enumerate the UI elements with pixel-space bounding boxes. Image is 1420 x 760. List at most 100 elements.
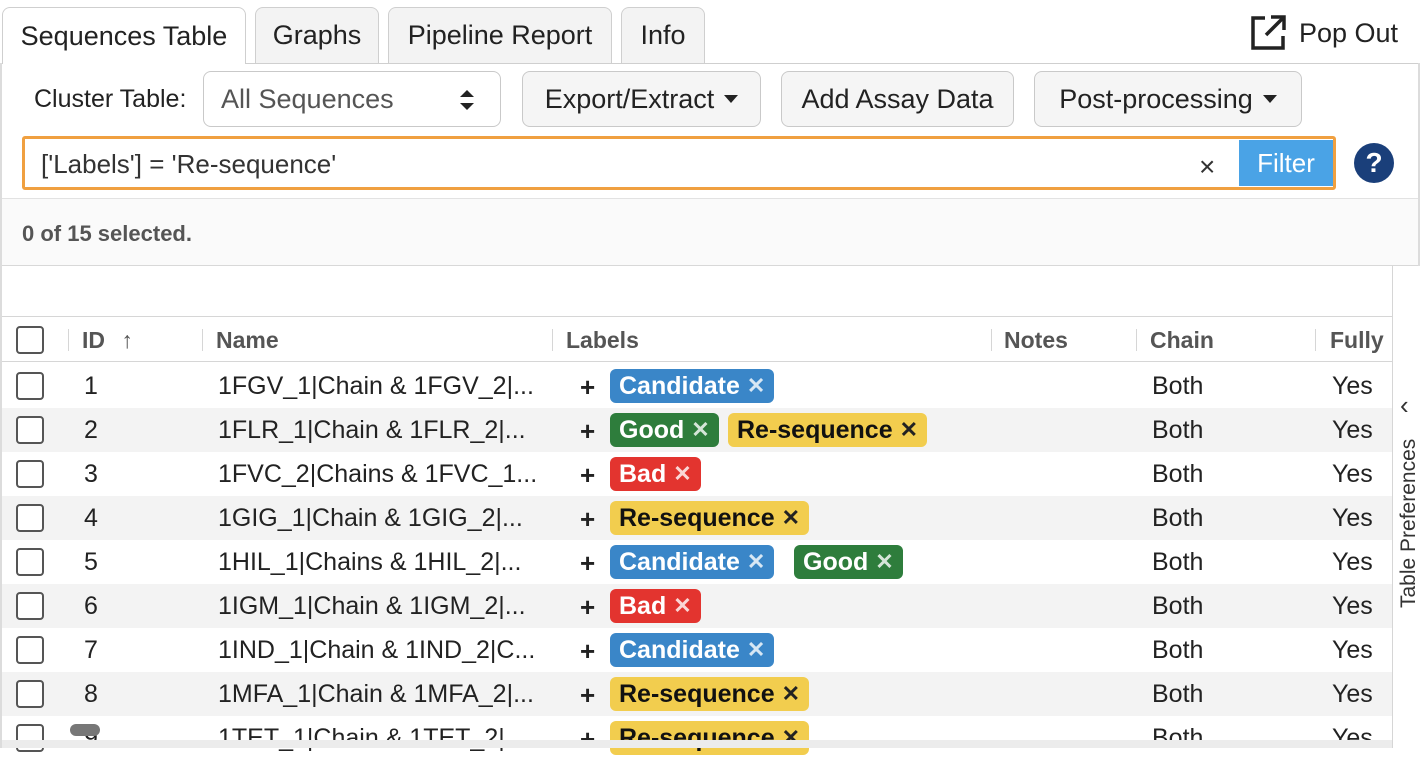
add-assay-data-button[interactable]: Add Assay Data <box>781 71 1014 127</box>
label-tag-text: Re-sequence <box>619 723 775 752</box>
filter-button[interactable]: Filter <box>1239 140 1333 186</box>
external-link-icon <box>1251 15 1286 50</box>
row-chain: Both <box>1152 680 1204 708</box>
cluster-table-select[interactable]: All Sequences <box>203 71 501 127</box>
add-label-icon[interactable]: + <box>580 636 595 667</box>
row-fully: Yes <box>1332 724 1373 752</box>
caret-down-icon <box>724 95 739 103</box>
table-header: ID ↑ Name Labels Notes Chain Fully <box>2 316 1392 362</box>
column-header-notes[interactable]: Notes <box>1004 327 1068 354</box>
label-tag[interactable]: Candidate ✕ <box>610 369 775 403</box>
add-label-icon[interactable]: + <box>580 592 595 623</box>
select-arrows-icon <box>460 90 474 110</box>
column-header-name[interactable]: Name <box>216 327 279 354</box>
column-separator <box>1136 329 1137 351</box>
label-tag[interactable]: Re-sequence ✕ <box>610 677 810 711</box>
table-row[interactable]: 8 1MFA_1|Chain & 1MFA_2|... + Re-sequence ✕ B… <box>2 672 1392 716</box>
row-name: 1FGV_1|Chain & 1FGV_2|... <box>218 372 534 400</box>
row-name: 1TET_1|Chain & 1TET_2|... <box>218 724 526 752</box>
label-tag-text: Good <box>619 415 685 444</box>
clear-filter-icon[interactable]: × <box>1199 151 1215 183</box>
row-checkbox[interactable] <box>16 592 44 620</box>
label-tag[interactable]: Re-sequence ✕ <box>610 721 810 755</box>
row-checkbox[interactable] <box>16 548 44 576</box>
label-tag-text: Candidate <box>619 547 740 576</box>
tab-pipeline-report[interactable]: Pipeline Report <box>388 7 612 63</box>
row-checkbox[interactable] <box>16 636 44 664</box>
sort-ascending-icon[interactable]: ↑ <box>121 327 133 353</box>
row-id: 2 <box>84 416 98 444</box>
column-header-fully[interactable]: Fully <box>1330 327 1384 354</box>
label-tag[interactable]: Candidate ✕ <box>610 633 775 667</box>
label-tag[interactable]: Good ✕ <box>794 545 903 579</box>
table-row[interactable]: 6 1IGM_1|Chain & 1IGM_2|... + Bad ✕ Both Yes <box>2 584 1392 628</box>
add-label-icon[interactable]: + <box>580 680 595 711</box>
table-preferences-toggle[interactable]: Table Preferences <box>1397 439 1420 608</box>
row-chain: Both <box>1152 636 1204 664</box>
remove-label-icon[interactable]: ✕ <box>782 681 800 707</box>
row-checkbox[interactable] <box>16 460 44 488</box>
horizontal-scrollbar[interactable] <box>2 740 1392 748</box>
help-icon[interactable]: ? <box>1354 143 1394 183</box>
table-row[interactable]: 5 1HIL_1|Chains & 1HIL_2|... + Candidate ✕ Go… <box>2 540 1392 584</box>
label-tag[interactable]: Bad ✕ <box>610 457 701 491</box>
remove-label-icon[interactable]: ✕ <box>691 417 709 443</box>
filter-query[interactable]: ['Labels'] = 'Re-sequence' <box>41 149 336 180</box>
label-tag[interactable]: Bad ✕ <box>610 589 701 623</box>
remove-label-icon[interactable]: ✕ <box>673 593 691 619</box>
remove-label-icon[interactable]: ✕ <box>747 549 765 575</box>
drag-handle[interactable] <box>70 724 100 736</box>
remove-label-icon[interactable]: ✕ <box>747 637 765 663</box>
tab-sequences-table[interactable]: Sequences Table <box>2 7 246 64</box>
row-chain: Both <box>1152 460 1204 488</box>
column-separator <box>991 329 992 351</box>
row-checkbox[interactable] <box>16 504 44 532</box>
export-extract-label: Export/Extract <box>544 83 715 114</box>
pop-out-button[interactable]: Pop Out <box>1249 14 1398 52</box>
table-row[interactable]: 3 1FVC_2|Chains & 1FVC_1... + Bad ✕ Both Yes <box>2 452 1392 496</box>
label-tag[interactable]: Candidate ✕ <box>610 545 775 579</box>
row-id: 3 <box>84 460 98 488</box>
column-header-id[interactable]: ID ↑ <box>82 327 133 354</box>
remove-label-icon[interactable]: ✕ <box>782 505 800 531</box>
remove-label-icon[interactable]: ✕ <box>900 417 918 443</box>
add-label-icon[interactable]: + <box>580 548 595 579</box>
row-fully: Yes <box>1332 504 1373 532</box>
row-fully: Yes <box>1332 636 1373 664</box>
tab-info[interactable]: Info <box>621 7 705 63</box>
row-checkbox[interactable] <box>16 680 44 708</box>
column-id-label: ID <box>82 327 105 353</box>
chevron-left-icon[interactable]: ‹ <box>1400 390 1409 421</box>
row-checkbox[interactable] <box>16 372 44 400</box>
column-header-labels[interactable]: Labels <box>566 327 639 354</box>
row-id: 4 <box>84 504 98 532</box>
add-label-icon[interactable]: + <box>580 416 595 447</box>
add-label-icon[interactable]: + <box>580 372 595 403</box>
label-tag[interactable]: Re-sequence ✕ <box>610 501 810 535</box>
column-separator <box>202 329 203 351</box>
column-header-chain[interactable]: Chain <box>1150 327 1214 354</box>
label-tag-text: Candidate <box>619 371 740 400</box>
label-tag-text: Good <box>803 547 869 576</box>
row-chain: Both <box>1152 372 1204 400</box>
remove-label-icon[interactable]: ✕ <box>673 461 691 487</box>
add-label-icon[interactable]: + <box>580 504 595 535</box>
tab-graphs[interactable]: Graphs <box>255 7 379 63</box>
row-checkbox[interactable] <box>16 416 44 444</box>
table-row[interactable]: 1 1FGV_1|Chain & 1FGV_2|... + Candidate ✕ Bot… <box>2 364 1392 408</box>
export-extract-button[interactable]: Export/Extract <box>522 71 761 127</box>
row-chain: Both <box>1152 724 1204 752</box>
filter-input[interactable]: ['Labels'] = 'Re-sequence' × Filter <box>22 136 1336 190</box>
select-all-checkbox[interactable] <box>16 326 44 354</box>
label-tag[interactable]: Re-sequence ✕ <box>728 413 928 447</box>
table-row[interactable]: 9 1TET_1|Chain & 1TET_2|... + Re-sequence ✕ B… <box>2 716 1392 760</box>
remove-label-icon[interactable]: ✕ <box>747 373 765 399</box>
post-processing-button[interactable]: Post-processing <box>1034 71 1302 127</box>
row-fully: Yes <box>1332 548 1373 576</box>
add-label-icon[interactable]: + <box>580 460 595 491</box>
table-row[interactable]: 2 1FLR_1|Chain & 1FLR_2|... + Good ✕ Re-seque… <box>2 408 1392 452</box>
table-row[interactable]: 4 1GIG_1|Chain & 1GIG_2|... + Re-sequence ✕ B… <box>2 496 1392 540</box>
table-row[interactable]: 7 1IND_1|Chain & 1IND_2|C... + Candidate ✕ Bo… <box>2 628 1392 672</box>
label-tag[interactable]: Good ✕ <box>610 413 719 447</box>
remove-label-icon[interactable]: ✕ <box>875 549 893 575</box>
